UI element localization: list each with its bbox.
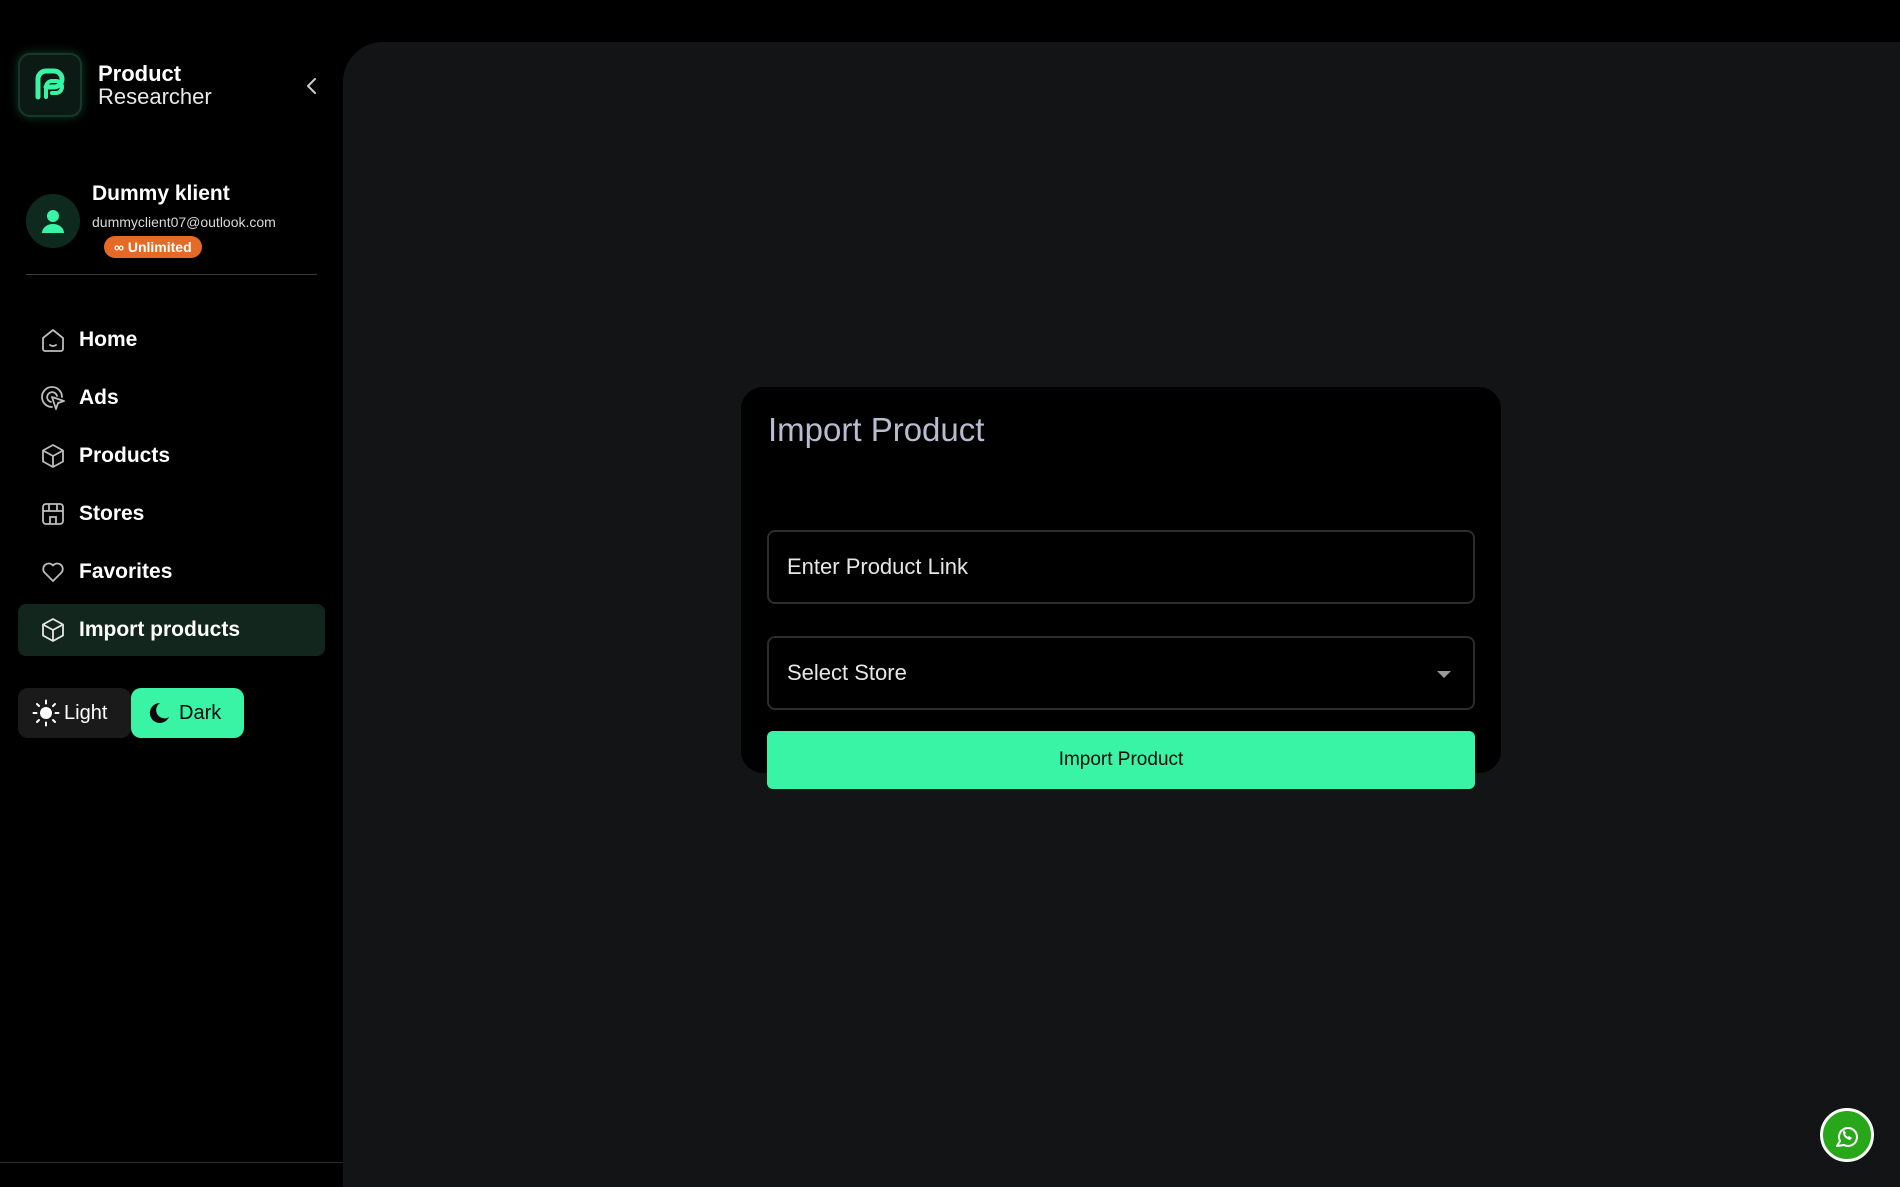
chevron-left-icon xyxy=(307,78,316,94)
card-title: Import Product xyxy=(768,411,985,448)
sidebar-item-stores[interactable]: Stores xyxy=(18,488,325,540)
product-link-placeholder: Enter Product Link xyxy=(787,554,968,579)
sidebar-nav: Home Ads Products Stores Favorites Impor… xyxy=(18,314,325,662)
user-name: Dummy klient xyxy=(92,182,230,205)
ads-cursor-icon xyxy=(40,385,66,411)
sidebar-item-label: Ads xyxy=(79,386,119,409)
moon-icon xyxy=(149,702,169,723)
theme-toggle: Light Dark xyxy=(18,688,244,738)
divider xyxy=(0,1162,343,1163)
sidebar-item-label: Favorites xyxy=(79,560,173,583)
theme-dark-button[interactable]: Dark xyxy=(131,688,244,738)
sidebar-item-ads[interactable]: Ads xyxy=(18,372,325,424)
theme-light-button[interactable]: Light xyxy=(18,688,131,738)
product-link-input[interactable]: Enter Product Link xyxy=(767,530,1475,604)
sidebar-item-import-products[interactable]: Import products xyxy=(18,604,325,656)
sidebar-item-label: Stores xyxy=(79,502,145,525)
sidebar-item-label: Import products xyxy=(79,618,240,641)
sidebar-item-label: Home xyxy=(79,328,138,351)
brand-name-line2: Researcher xyxy=(98,84,212,109)
product-researcher-logo-icon xyxy=(18,53,82,117)
box-icon xyxy=(40,617,66,643)
store-select-placeholder: Select Store xyxy=(787,660,907,685)
plan-badge: ∞ Unlimited xyxy=(104,236,202,258)
whatsapp-icon xyxy=(1836,1127,1858,1147)
store-icon xyxy=(40,501,66,527)
theme-dark-label: Dark xyxy=(179,701,222,724)
avatar xyxy=(26,194,80,248)
import-product-button-label: Import Product xyxy=(1058,749,1184,770)
import-product-button[interactable]: Import Product xyxy=(767,731,1475,789)
brand-name-line1: Product xyxy=(98,60,182,86)
store-select[interactable]: Select Store xyxy=(767,636,1475,710)
box-icon xyxy=(40,443,66,469)
collapse-sidebar-button[interactable] xyxy=(300,74,324,98)
user-profile[interactable]: Dummy klient dummyclient07@outlook.com ∞… xyxy=(26,178,276,258)
heart-icon xyxy=(40,559,66,585)
sidebar-item-favorites[interactable]: Favorites xyxy=(18,546,325,598)
sidebar-item-label: Products xyxy=(79,444,171,467)
caret-down-icon xyxy=(1437,671,1451,678)
sun-icon xyxy=(32,699,60,727)
whatsapp-chat-button[interactable] xyxy=(1820,1108,1874,1162)
user-email: dummyclient07@outlook.com xyxy=(92,214,276,230)
divider xyxy=(26,274,317,275)
user-icon xyxy=(42,210,64,233)
sidebar: Product Researcher Dummy klient dummycli… xyxy=(0,0,343,1187)
home-icon xyxy=(40,327,66,353)
import-product-card: Import Product Enter Product Link Select… xyxy=(741,387,1501,789)
theme-light-label: Light xyxy=(64,701,108,724)
sidebar-item-products[interactable]: Products xyxy=(18,430,325,482)
brand[interactable]: Product Researcher xyxy=(18,53,212,117)
sidebar-item-home[interactable]: Home xyxy=(18,314,325,366)
main-content: Import Product Enter Product Link Select… xyxy=(343,42,1900,1187)
